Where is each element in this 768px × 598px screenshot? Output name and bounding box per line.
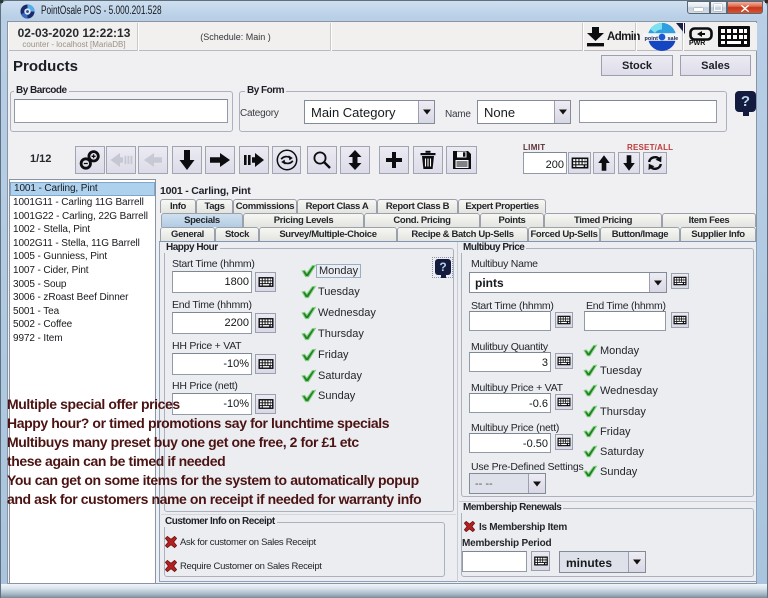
svg-text:point: point — [645, 36, 659, 42]
svg-text:sale: sale — [668, 36, 679, 42]
